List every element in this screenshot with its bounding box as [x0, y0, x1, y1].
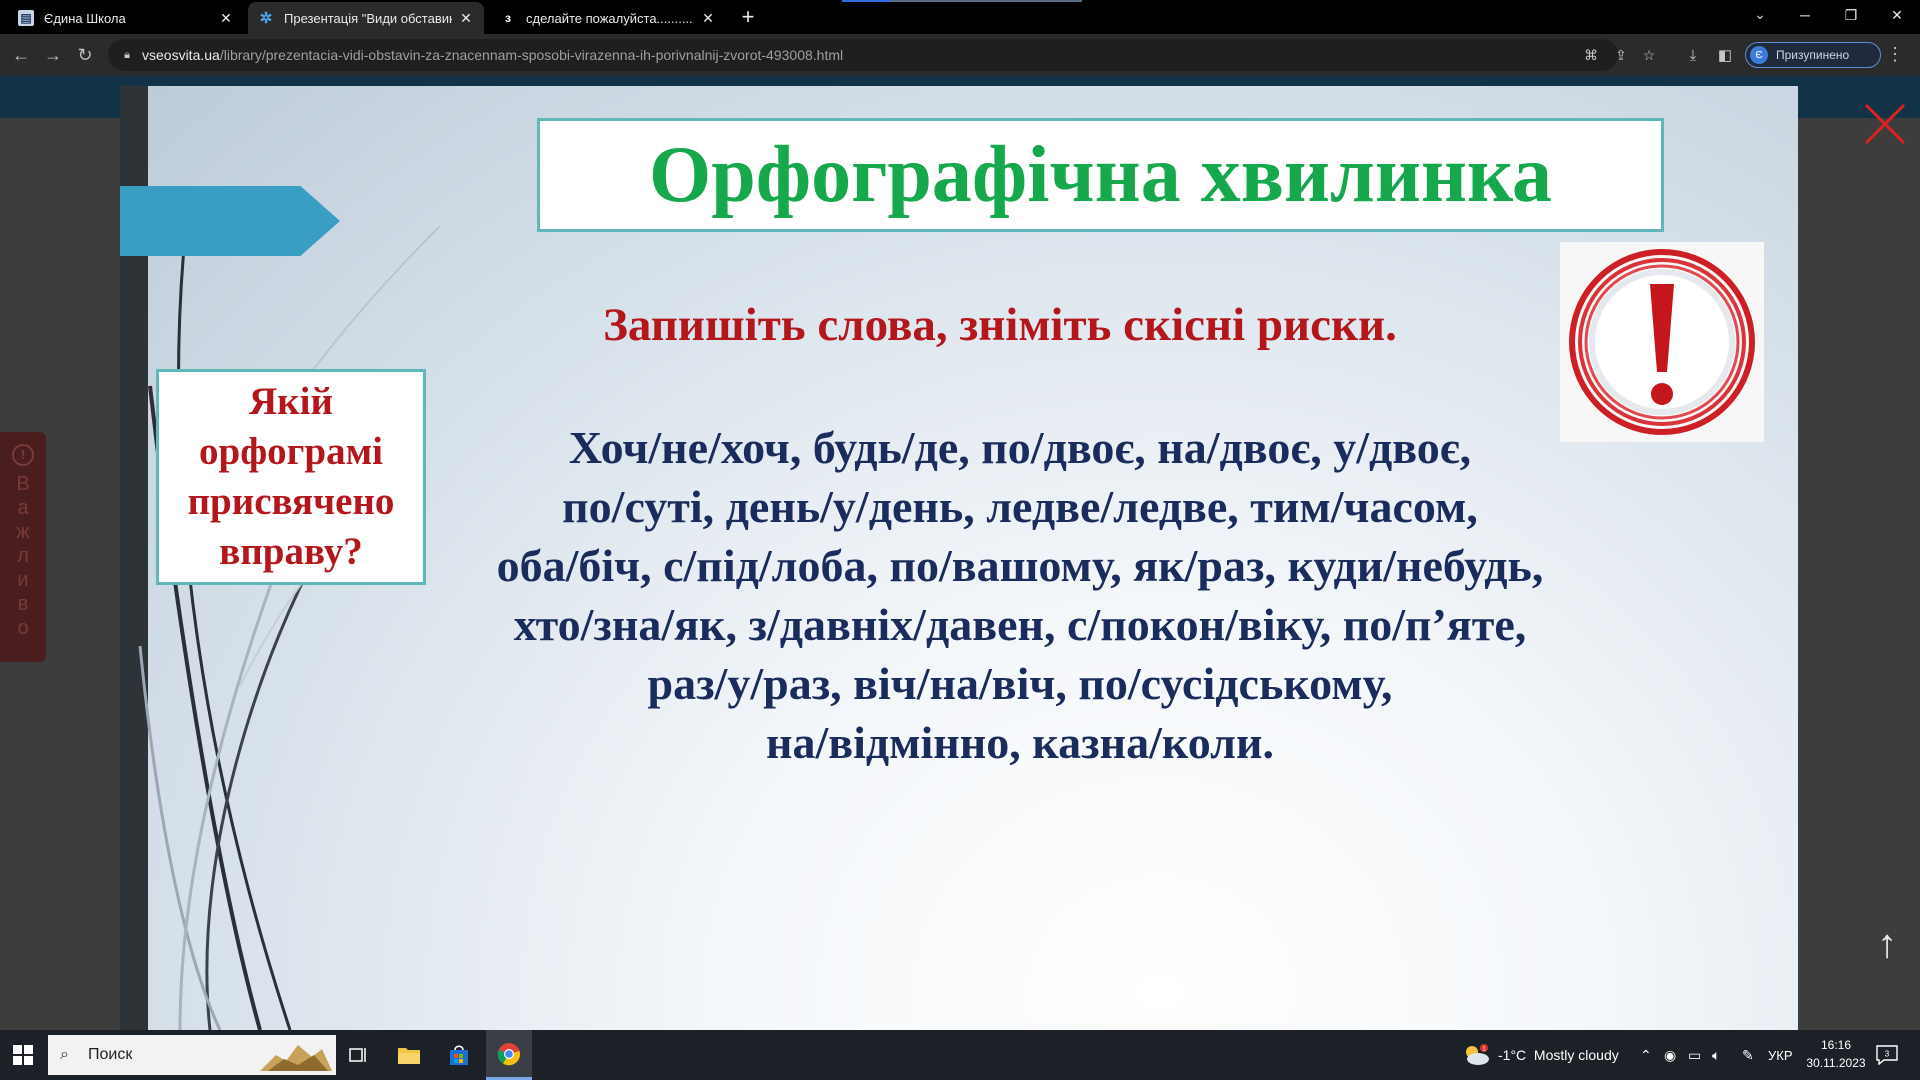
tab-label: сделайте пожалуйста...............	[526, 10, 694, 26]
address-bar[interactable]: 🔒︎ vseosvita.ua/library/prezentacia-vidi…	[108, 39, 1655, 71]
side-tab-letter: ж	[16, 521, 30, 543]
side-tab-letter: о	[17, 617, 29, 639]
store-bag-icon	[450, 1045, 468, 1065]
tab-label: Єдина Школа	[44, 10, 126, 26]
side-tab-letter: и	[17, 569, 29, 591]
exclamation-icon	[1569, 249, 1755, 435]
scroll-to-top-arrow-icon[interactable]: ↑	[1874, 924, 1900, 974]
side-panel-icon[interactable]: ◧	[1714, 44, 1736, 66]
folder-icon	[398, 1048, 420, 1064]
question-box: Якій орфограмі присвячено вправу?	[156, 369, 426, 585]
translate-icon[interactable]: ⌘	[1580, 45, 1602, 65]
side-tab-letter: а	[17, 497, 29, 519]
windows-start-button[interactable]	[0, 1030, 46, 1080]
question-text: Якій орфограмі присвячено вправу?	[188, 377, 395, 577]
chrome-taskbar-button[interactable]	[486, 1030, 532, 1080]
clock-date: 30.11.2023	[1806, 1056, 1866, 1070]
question-line: орфограмі	[199, 430, 383, 473]
presentation-slide: Орфографічна хвилинка Якій орфограмі при…	[120, 86, 1798, 1030]
download-icon[interactable]: ⤓	[1682, 44, 1704, 66]
tab-search-chevron-icon[interactable]: ⌄	[1748, 6, 1772, 28]
exclamation-alert-image	[1560, 242, 1764, 442]
share-icon[interactable]: ⇪	[1610, 45, 1632, 65]
info-icon: !	[12, 444, 34, 466]
browser-title-bar: ▤ Єдина Школа ✕ ✲ Презентація "Види обст…	[0, 0, 1920, 34]
minimize-button[interactable]: ─	[1782, 0, 1828, 30]
search-icon: ⌕	[60, 1046, 69, 1063]
weather-widget[interactable]: 1 -1°C Mostly cloudy	[1462, 1030, 1619, 1080]
microsoft-store-button[interactable]	[436, 1030, 482, 1080]
side-tab-letter: в	[17, 593, 29, 615]
taskbar-search-box[interactable]: ⌕ Поиск	[48, 1035, 336, 1075]
important-side-tab[interactable]: ! В а ж л и в о	[0, 432, 46, 662]
file-explorer-button[interactable]	[386, 1030, 432, 1080]
close-window-button[interactable]: ✕	[1874, 0, 1920, 30]
lock-icon[interactable]: 🔒︎	[120, 48, 134, 62]
notification-count: 3	[1885, 1050, 1890, 1059]
network-icon[interactable]: ▭	[1688, 1030, 1701, 1080]
side-tab-letter: л	[17, 545, 29, 567]
meet-now-icon[interactable]: ◉	[1664, 1030, 1676, 1080]
page-viewport: ! В а ж л и в о Орфографічна хвилинка Як…	[0, 76, 1920, 1030]
word-line: Хоч/не/хоч, будь/де, по/двоє, на/двоє, у…	[568, 422, 1472, 473]
word-line: на/відмінно, казна/коли.	[766, 717, 1274, 768]
close-tab-icon[interactable]: ✕	[218, 10, 234, 26]
task-view-button[interactable]	[336, 1030, 382, 1080]
hidden-icons-chevron-icon[interactable]: ⌃	[1640, 1030, 1652, 1080]
clock-time: 16:16	[1820, 1038, 1852, 1052]
browser-toolbar: ← → ↻ 🔒︎ vseosvita.ua/library/prezentaci…	[0, 34, 1920, 76]
word-line: хто/зна/як, з/давніх/давен, с/покон/віку…	[513, 599, 1527, 650]
word-line: раз/у/раз, віч/на/віч, по/сусідському,	[647, 658, 1393, 709]
question-line: вправу?	[219, 530, 363, 573]
restore-button[interactable]: ❐	[1828, 0, 1874, 30]
volume-icon[interactable]: 🔈︎	[1712, 1030, 1720, 1080]
edyna-shkola-favicon-icon: ▤	[18, 10, 34, 26]
question-line: присвячено	[187, 480, 395, 523]
profile-status-label: Призупинено	[1776, 48, 1850, 62]
word-line: по/суті, день/у/день, ледве/ледве, тим/ч…	[562, 481, 1478, 532]
notifications-button[interactable]: 3	[1874, 1042, 1900, 1068]
back-arrow-icon[interactable]: ←	[8, 42, 34, 68]
blue-arrow-shape	[120, 186, 340, 256]
slide-title: Орфографічна хвилинка	[649, 130, 1552, 219]
tab-presentation[interactable]: ✲ Презентація "Види обставин (з ✕	[248, 2, 484, 34]
system-clock[interactable]: 16:16 30.11.2023	[1800, 1036, 1872, 1072]
vseosvita-favicon-icon: ✲	[259, 10, 273, 27]
tab-znanija[interactable]: з сделайте пожалуйста............... ✕	[490, 2, 726, 34]
instruction-text: Запишіть слова, зніміть скісні риски.	[603, 299, 1397, 351]
word-line: оба/біч, с/під/лоба, по/вашому, як/раз, …	[496, 540, 1544, 591]
input-language-indicator[interactable]: УКР	[1768, 1030, 1793, 1080]
close-tab-icon[interactable]: ✕	[700, 10, 716, 26]
znanija-favicon-icon: з	[505, 11, 511, 25]
task-view-icon	[349, 1048, 366, 1062]
profile-avatar: Є	[1750, 46, 1768, 64]
tab-edyna-shkola[interactable]: ▤ Єдина Школа ✕	[8, 2, 244, 34]
search-highlight-art-icon	[260, 1045, 332, 1071]
slide-title-box: Орфографічна хвилинка	[537, 118, 1664, 232]
new-tab-button[interactable]: +	[736, 6, 760, 30]
word-list: Хоч/не/хоч, будь/де, по/двоє, на/двоє, у…	[450, 418, 1590, 772]
url-text[interactable]: vseosvita.ua/library/prezentacia-vidi-ob…	[142, 47, 843, 63]
notification-center-icon: 3	[1876, 1045, 1898, 1065]
forward-arrow-icon[interactable]: →	[40, 42, 66, 68]
side-tab-letter: В	[16, 473, 30, 495]
chrome-icon	[497, 1042, 521, 1065]
bookmark-star-icon[interactable]: ☆	[1638, 45, 1660, 65]
windows-logo-icon	[13, 1045, 33, 1065]
tab-label: Презентація "Види обставин (з	[284, 10, 452, 26]
close-tab-icon[interactable]: ✕	[458, 10, 474, 26]
reload-icon[interactable]: ↻	[72, 42, 98, 68]
pen-ink-icon[interactable]: ✎	[1742, 1030, 1754, 1080]
close-viewer-icon[interactable]	[1862, 101, 1908, 147]
browser-menu-icon[interactable]: ⋮	[1884, 44, 1906, 66]
search-placeholder: Поиск	[88, 1046, 133, 1063]
profile-button[interactable]: Є Призупинено	[1745, 42, 1881, 68]
windows-taskbar: ⌕ Поиск 1 -1°C Mostly cloudy ⌃ ◉ ▭ 🔈︎ ✎ …	[0, 1030, 1920, 1080]
weather-text: -1°C Mostly cloudy	[1498, 1047, 1619, 1063]
loading-indicator	[842, 0, 1082, 2]
question-line: Якій	[249, 380, 333, 423]
cloudy-weather-icon: 1	[1466, 1044, 1489, 1065]
